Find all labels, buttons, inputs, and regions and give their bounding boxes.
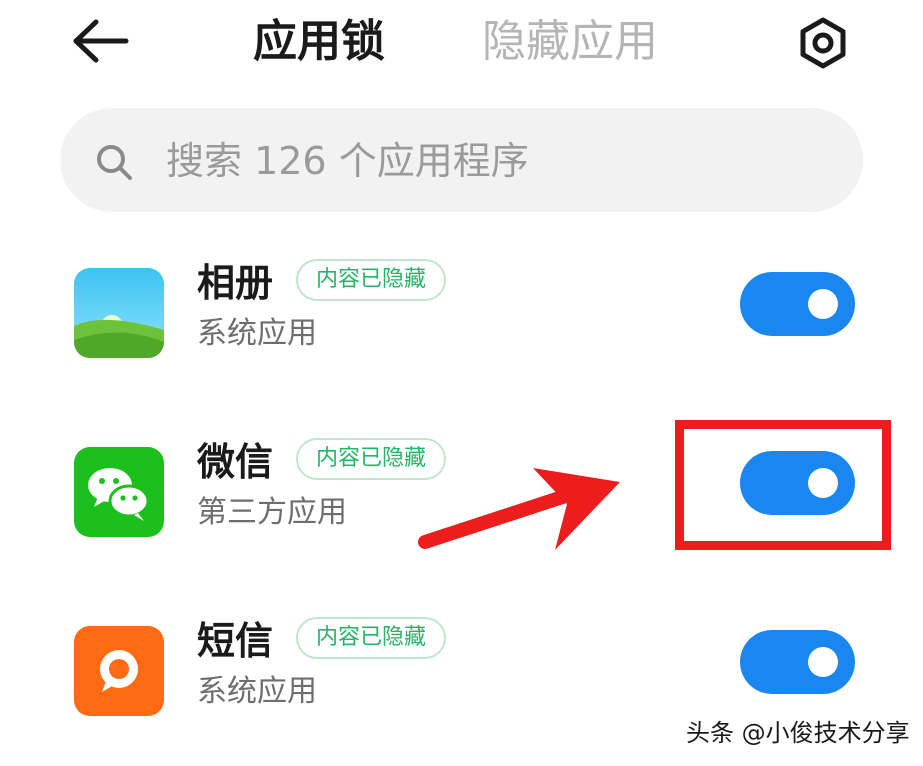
content-hidden-badge: 内容已隐藏 <box>296 259 447 301</box>
settings-button[interactable] <box>796 16 850 70</box>
search-icon <box>97 145 132 180</box>
red-highlight-box <box>675 420 891 550</box>
app-type-label: 第三方应用 <box>197 495 347 530</box>
list-item-gallery: 相册 内容已隐藏 系统应用 <box>0 258 923 408</box>
hexagon-gear-icon <box>800 17 846 69</box>
toggle-knob <box>808 289 838 319</box>
wechat-icon <box>74 447 164 537</box>
messages-icon <box>74 626 164 716</box>
arrow-left-icon <box>73 19 129 63</box>
search-input[interactable] <box>164 130 828 192</box>
search-bar[interactable] <box>60 108 863 212</box>
toggle-knob <box>808 647 838 677</box>
content-hidden-badge: 内容已隐藏 <box>296 617 447 659</box>
lock-toggle-gallery[interactable] <box>740 272 855 336</box>
app-name: 短信 <box>197 619 274 663</box>
app-name: 微信 <box>197 440 274 484</box>
tab-app-lock[interactable]: 应用锁 <box>253 14 385 70</box>
gallery-icon <box>74 268 164 358</box>
app-name: 相册 <box>197 261 274 305</box>
watermark: 头条 @小俊技术分享 <box>686 719 910 747</box>
back-button[interactable] <box>66 16 136 66</box>
app-type-label: 系统应用 <box>197 674 317 709</box>
app-type-label: 系统应用 <box>197 316 317 351</box>
header: 应用锁 隐藏应用 <box>0 0 923 90</box>
tab-hidden-apps[interactable]: 隐藏应用 <box>482 14 658 70</box>
lock-toggle-messages[interactable] <box>740 630 855 694</box>
red-arrow-annotation <box>418 468 620 550</box>
